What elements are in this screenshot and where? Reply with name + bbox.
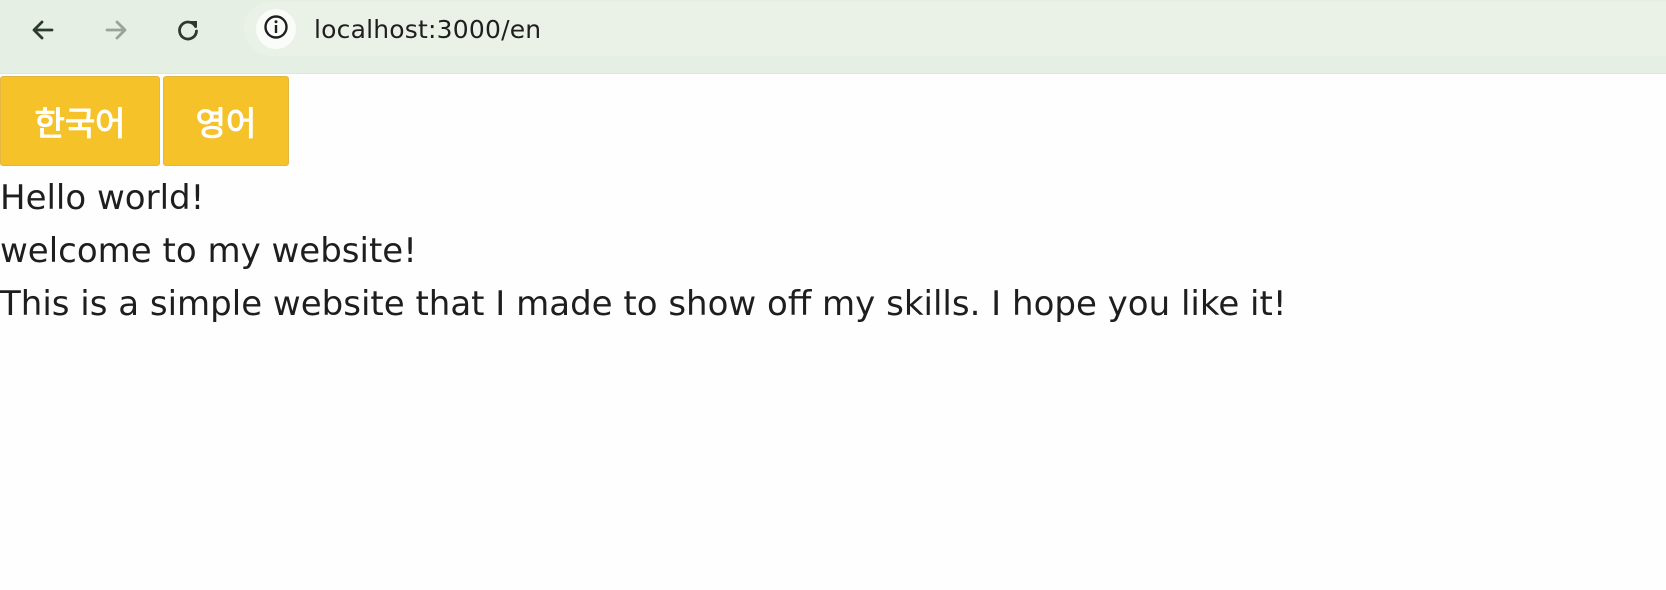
main-content: Hello world! welcome to my website! This… — [0, 172, 1286, 331]
arrow-right-icon — [103, 17, 129, 43]
description-text: This is a simple website that I made to … — [0, 284, 1287, 324]
reload-icon — [175, 17, 201, 43]
welcome-text: welcome to my website! — [0, 231, 417, 271]
korean-language-button[interactable]: 한국어 — [0, 76, 160, 166]
site-info-button[interactable] — [256, 9, 296, 49]
info-icon — [263, 14, 289, 44]
address-bar[interactable]: localhost:3000/en — [244, 2, 1666, 56]
hello-heading: Hello world! — [0, 178, 205, 218]
language-switcher: 한국어 영어 — [0, 76, 289, 166]
url-text[interactable]: localhost:3000/en — [314, 15, 541, 44]
english-language-button[interactable]: 영어 — [163, 76, 289, 166]
browser-toolbar: localhost:3000/en — [0, 0, 1666, 74]
forward-button[interactable] — [94, 8, 138, 52]
back-button[interactable] — [21, 8, 65, 52]
arrow-left-icon — [30, 17, 56, 43]
reload-button[interactable] — [166, 8, 210, 52]
